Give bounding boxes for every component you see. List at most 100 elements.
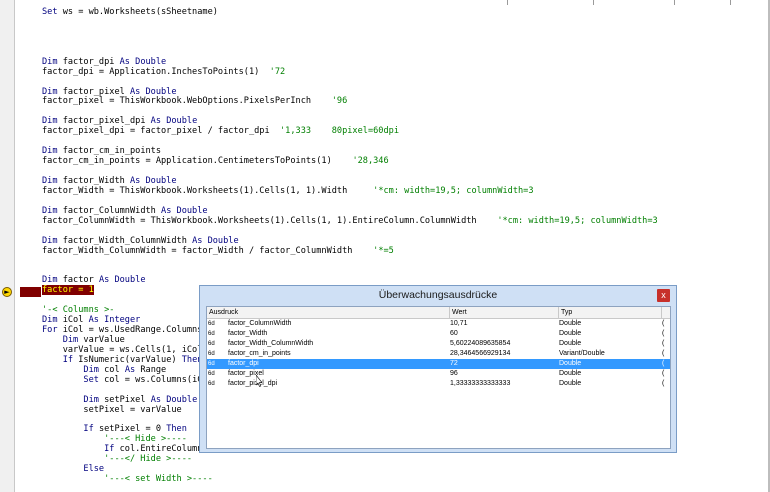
code-line[interactable]: factor_pixel = ThisWorkbook.WebOptions.P… (42, 96, 658, 107)
code-token: factor_Width = ThisWorkbook.Worksheets(1… (42, 185, 374, 196)
code-token: factor_Width (57, 175, 130, 186)
glasses-icon: 6d (208, 371, 215, 377)
code-token: factor_pixel_dpi = factor_pixel / factor… (42, 126, 280, 137)
breakpoint-highlight (20, 287, 41, 297)
code-token: ws = wb.Worksheets(sSheetname) (57, 7, 218, 17)
code-line[interactable] (42, 28, 658, 38)
code-keyword: Dim (83, 394, 99, 405)
code-comment: '---</ Hide >---- (104, 454, 193, 465)
watch-window-title: Überwachungsausdrücke (378, 289, 498, 301)
watch-list[interactable]: Ausdruck Wert Typ 6d factor_ColumnWidth 10… (206, 306, 671, 449)
code-comment: '*cm: width=19,5; columnWidth=3 (497, 215, 658, 226)
watch-row[interactable]: 6d factor_ColumnWidth 10,71 Double ( (207, 319, 670, 329)
watch-window[interactable]: Überwachungsausdrücke x Ausdruck Wert Ty… (199, 285, 677, 453)
glasses-icon: 6d (208, 351, 215, 357)
column-header-expression[interactable]: Ausdruck (207, 307, 450, 318)
code-line[interactable] (42, 18, 658, 28)
column-header-type[interactable]: Typ (559, 307, 662, 318)
code-keyword: Dim (42, 86, 58, 97)
watch-row[interactable]: 6d factor_pixel 96 Double( (207, 369, 670, 379)
code-line[interactable]: factor_dpi = Application.InchesToPoints(… (42, 67, 658, 78)
code-token: col.EntireColumn. (114, 444, 208, 455)
watch-list-header: Ausdruck Wert Typ (207, 307, 670, 319)
watch-expression: factor_ColumnWidth (228, 320, 292, 327)
code-comment: '*cm: width=19,5; columnWidth=3 (373, 185, 534, 196)
code-line[interactable]: '---</ Hide >---- (42, 454, 658, 465)
code-keyword: Then (166, 424, 187, 435)
code-keyword: As Double (150, 394, 198, 405)
code-keyword: Dim (42, 175, 58, 186)
code-token: IsNumeric(varValue) (73, 354, 182, 365)
mouse-cursor-icon (256, 375, 262, 387)
watch-expression: factor_Width_ColumnWidth (228, 340, 314, 347)
top-toolbar-edge (0, 0, 770, 6)
code-keyword: Dim (42, 275, 58, 286)
watch-context: ( (662, 330, 665, 337)
watch-context: ( (662, 340, 665, 347)
code-token: setPixel = 0 (93, 424, 167, 435)
watch-context: ( (662, 370, 665, 377)
close-icon[interactable]: x (657, 289, 670, 302)
watch-type: Double (559, 330, 582, 337)
code-token: setPixel = varValue (42, 404, 182, 415)
column-header-value[interactable]: Wert (450, 307, 559, 318)
code-token: factor (57, 275, 99, 286)
code-line[interactable]: factor_Width_ColumnWidth = factor_Width … (42, 246, 658, 257)
watch-value: 1,33333333333333 (450, 380, 511, 387)
code-token: factor_ColumnWidth = ThisWorkbook.Worksh… (42, 215, 498, 226)
code-token: Range (135, 364, 167, 375)
code-comment: '---< Hide >---- (104, 434, 187, 445)
code-comment: '-< Columns >- (42, 305, 115, 316)
watch-expression: factor_cm_in_points (228, 350, 291, 357)
code-line[interactable]: factor_ColumnWidth = ThisWorkbook.Worksh… (42, 215, 658, 227)
code-line[interactable] (42, 256, 658, 266)
code-keyword: Dim (42, 315, 58, 326)
code-line[interactable]: factor_pixel_dpi = factor_pixel / factor… (42, 126, 658, 137)
current-statement: factor = 1 (42, 285, 94, 296)
code-token: factor_pixel (57, 86, 130, 97)
code-line[interactable]: Set ws = wb.Worksheets(sSheetname) (42, 7, 658, 18)
watch-expression: factor_dpi (228, 360, 259, 367)
watch-row[interactable]: 6d factor_cm_in_points 28,3464566929134 Var… (207, 349, 670, 359)
code-line[interactable]: '---< set Width >---- (42, 474, 658, 485)
watch-context: ( (662, 380, 665, 387)
glasses-icon: 6d (208, 341, 215, 347)
watch-type: Double (559, 320, 582, 327)
watch-context: ( (662, 360, 665, 367)
code-line[interactable]: factor_Width = ThisWorkbook.Worksheets(1… (42, 185, 658, 197)
code-keyword: Dim (42, 235, 58, 246)
watch-expression: factor_Width (228, 330, 268, 337)
code-token: factor_ColumnWidth (57, 205, 162, 216)
margin-indicator-bar[interactable] (0, 0, 15, 492)
code-keyword: Dim (42, 116, 58, 127)
watch-row[interactable]: 6d factor_Width_ColumnWidth 5,602240896358… (207, 339, 670, 349)
code-token: varValue = ws.Cells(1, iCol) (42, 344, 208, 355)
watch-value: 60 (450, 330, 458, 337)
code-keyword: Dim (62, 334, 79, 345)
watch-row[interactable]: 6d factor_Width 60 Double ( (207, 329, 670, 339)
code-token: varValue (78, 334, 125, 345)
code-token: factor_cm_in_points (57, 146, 162, 157)
code-token: col (98, 364, 125, 375)
watch-type: Variant/Double (559, 350, 605, 357)
code-token: iCol = ws.UsedRange.Columns. (57, 325, 208, 335)
watch-value: 96 (450, 370, 458, 377)
code-keyword: As Double (129, 86, 177, 97)
watch-row[interactable]: 6d factor_pixel_dpi 1,33333333333333 Double… (207, 379, 670, 389)
watch-row[interactable]: 6d factor_dpi 72 Double ( (207, 359, 670, 369)
code-keyword: As (124, 364, 136, 375)
code-keyword: Set (42, 7, 58, 17)
code-line[interactable] (42, 38, 658, 48)
code-keyword: Dim (42, 205, 58, 216)
code-line[interactable]: factor_cm_in_points = Application.Centim… (42, 156, 658, 167)
glasses-icon: 6d (208, 361, 215, 367)
code-token: factor_pixel_dpi (57, 116, 151, 127)
code-keyword: As Double (150, 116, 198, 127)
